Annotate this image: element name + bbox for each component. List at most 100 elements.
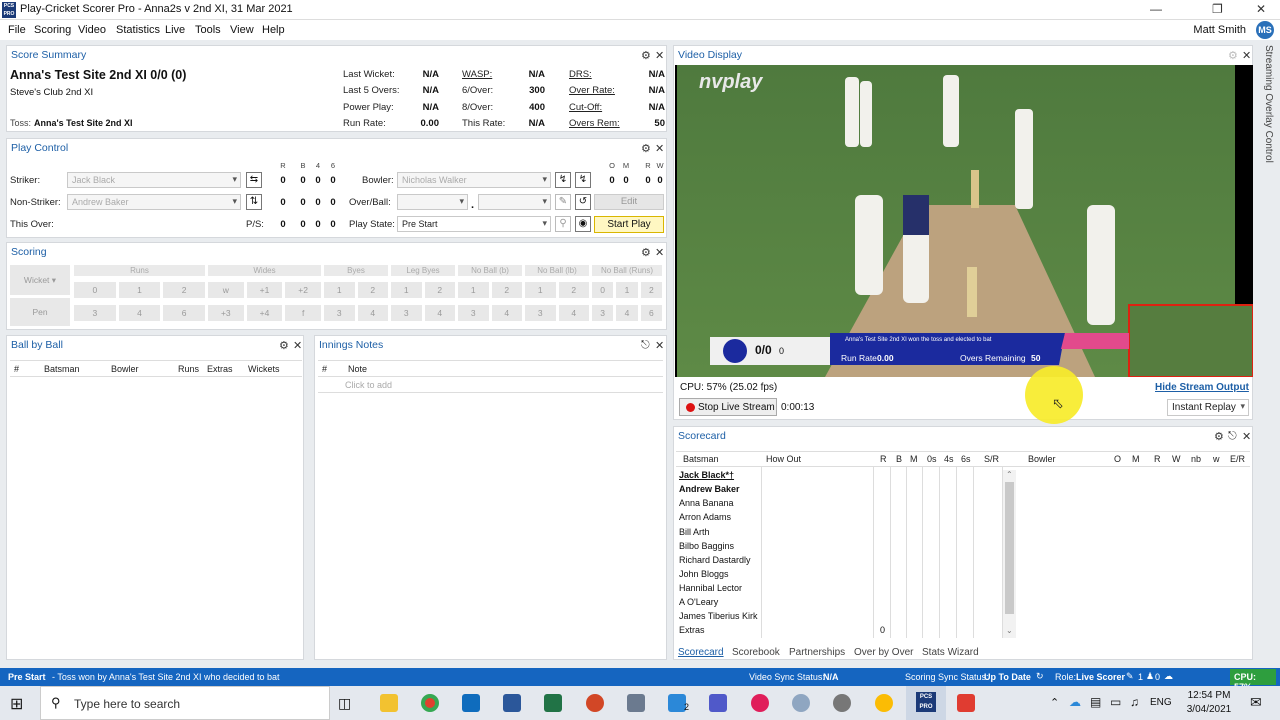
chevron-up-icon[interactable]: ⌃	[1050, 696, 1059, 709]
pcs-pro-taskbar-button[interactable]: PCS PRO	[906, 686, 946, 720]
windows-start-icon[interactable]: ⊞	[10, 694, 23, 714]
scoring-button[interactable]: 2	[640, 282, 662, 298]
scoring-button[interactable]: 0	[592, 282, 614, 298]
edit-app-icon[interactable]	[627, 694, 645, 712]
chrome-alt-icon[interactable]	[875, 694, 893, 712]
chevron-up-icon[interactable]: ⌃	[1006, 470, 1013, 479]
close-icon[interactable]: ✕	[655, 339, 664, 352]
scoring-button[interactable]: 2	[491, 282, 522, 298]
batsman-row[interactable]: John Bloggs	[679, 569, 729, 579]
scoring-button[interactable]: w	[208, 282, 244, 298]
penalty-button[interactable]: Pen	[10, 298, 70, 326]
scoring-button[interactable]: 1	[324, 282, 355, 298]
tab-scorecard[interactable]: Scorecard	[678, 647, 724, 658]
scoring-button[interactable]: 4	[616, 305, 638, 321]
batsman-row[interactable]: Richard Dastardly	[679, 555, 751, 565]
instant-replay-select[interactable]: Instant Replay ▾	[1167, 399, 1249, 416]
menu-view[interactable]: View	[230, 24, 254, 36]
change-ends-icon[interactable]: ⇅	[246, 194, 262, 210]
edit-button[interactable]: Edit	[594, 194, 664, 210]
settings-icon[interactable]: ⚙	[641, 142, 651, 155]
cut-off-label[interactable]: Cut-Off:	[569, 102, 602, 113]
powerpoint-icon[interactable]	[586, 694, 604, 712]
edit-icon[interactable]: ✎	[555, 194, 571, 210]
streaming-overlay-control-tab[interactable]: Streaming Overlay Control	[1258, 45, 1274, 175]
batsman-row[interactable]: Andrew Baker	[679, 484, 740, 494]
notifications-icon[interactable]: ✉	[1250, 694, 1262, 711]
tab-over-by-over[interactable]: Over by Over	[854, 647, 913, 658]
scoring-button[interactable]: f	[285, 305, 321, 321]
slack-icon[interactable]	[751, 694, 769, 712]
avatar[interactable]: MS	[1256, 21, 1274, 39]
sync-icon[interactable]: ↻	[1036, 671, 1044, 682]
battery-icon[interactable]: ▭	[1110, 695, 1121, 709]
scoring-button[interactable]: 0	[74, 282, 116, 298]
tab-stats-wizard[interactable]: Stats Wizard	[922, 647, 979, 658]
tab-partnerships[interactable]: Partnerships	[789, 647, 845, 658]
scoring-button[interactable]: 3	[391, 305, 422, 321]
minimize-icon[interactable]: —	[1150, 2, 1162, 16]
scoring-button[interactable]: 3	[74, 305, 116, 321]
wicket-button[interactable]: Wicket ▾	[10, 265, 70, 295]
add-note-input[interactable]: Click to add	[345, 380, 392, 390]
scoring-button[interactable]: 3	[324, 305, 355, 321]
teams-icon[interactable]	[709, 694, 727, 712]
ball-select[interactable]: ▾	[478, 194, 551, 210]
user-name[interactable]: Matt Smith	[1193, 24, 1246, 36]
scoring-button[interactable]: 3	[458, 305, 489, 321]
close-icon[interactable]: ✕	[1256, 2, 1266, 16]
overs-rem-label[interactable]: Overs Rem:	[569, 118, 620, 129]
start-play-button[interactable]: Start Play	[594, 216, 664, 233]
menu-statistics[interactable]: Statistics	[116, 24, 160, 36]
scoring-button[interactable]: 1	[525, 282, 556, 298]
batsman-row[interactable]: Arron Adams	[679, 512, 731, 522]
scoring-button[interactable]: +3	[208, 305, 244, 321]
settings-icon[interactable]: ⚙	[641, 246, 651, 259]
clock-time[interactable]: 12:54 PM	[1186, 690, 1232, 701]
bowler-change-icon[interactable]: ↯	[555, 172, 571, 188]
close-icon[interactable]: ✕	[655, 142, 664, 155]
pin-icon[interactable]: ⎋	[1228, 430, 1237, 443]
scorecard-scrollbar[interactable]: ⌃ ⌄	[1003, 470, 1016, 638]
nonstriker-select[interactable]: Andrew Baker ▾	[67, 194, 241, 210]
play-state-select[interactable]: Pre Start ▾	[397, 216, 551, 232]
clock-date[interactable]: 3/04/2021	[1182, 704, 1236, 715]
batsman-row[interactable]: James Tiberius Kirk	[679, 611, 758, 621]
swap-batsmen-icon[interactable]: ⇆	[246, 172, 262, 188]
over-select[interactable]: ▾	[397, 194, 468, 210]
close-icon[interactable]: ✕	[655, 246, 664, 259]
batsman-row[interactable]: Anna Banana	[679, 498, 734, 508]
menu-help[interactable]: Help	[262, 24, 285, 36]
scoring-button[interactable]: 6	[163, 305, 205, 321]
network-icon[interactable]: ▤	[1090, 695, 1101, 709]
volume-icon[interactable]: ♫	[1130, 695, 1139, 709]
scoring-button[interactable]: 4	[491, 305, 522, 321]
wasp-label[interactable]: WASP:	[462, 69, 492, 80]
chrome-icon[interactable]	[421, 694, 439, 712]
over-rate-label[interactable]: Over Rate:	[569, 85, 615, 96]
file-explorer-icon[interactable]	[380, 694, 398, 712]
batsman-row[interactable]: Jack Black*†	[679, 470, 734, 480]
settings-icon[interactable]: ⚙	[1214, 430, 1224, 443]
word-icon[interactable]	[503, 694, 521, 712]
menu-live[interactable]: Live	[165, 24, 185, 36]
scoring-button[interactable]: 4	[357, 305, 388, 321]
settings-icon[interactable]: ⚙	[641, 49, 651, 62]
stop-live-stream-button[interactable]: Stop Live Stream	[679, 398, 777, 416]
scoring-button[interactable]: 3	[592, 305, 614, 321]
scoring-button[interactable]: 2	[357, 282, 388, 298]
scoring-button[interactable]: 1	[458, 282, 489, 298]
scoring-button[interactable]: +2	[285, 282, 321, 298]
menu-tools[interactable]: Tools	[195, 24, 221, 36]
scoring-button[interactable]: 4	[424, 305, 455, 321]
scroll-thumb[interactable]	[1005, 482, 1014, 614]
app-icon[interactable]	[792, 694, 810, 712]
scoring-button[interactable]: 3	[525, 305, 556, 321]
undo-icon[interactable]: ↺	[575, 194, 591, 210]
close-icon[interactable]: ✕	[293, 339, 302, 352]
scoring-button[interactable]: 2	[163, 282, 205, 298]
language-indicator[interactable]: ENG	[1150, 697, 1172, 708]
scoring-button[interactable]: 6	[640, 305, 662, 321]
camera-icon[interactable]: ◉	[575, 216, 591, 232]
batsman-row[interactable]: A O'Leary	[679, 597, 718, 607]
